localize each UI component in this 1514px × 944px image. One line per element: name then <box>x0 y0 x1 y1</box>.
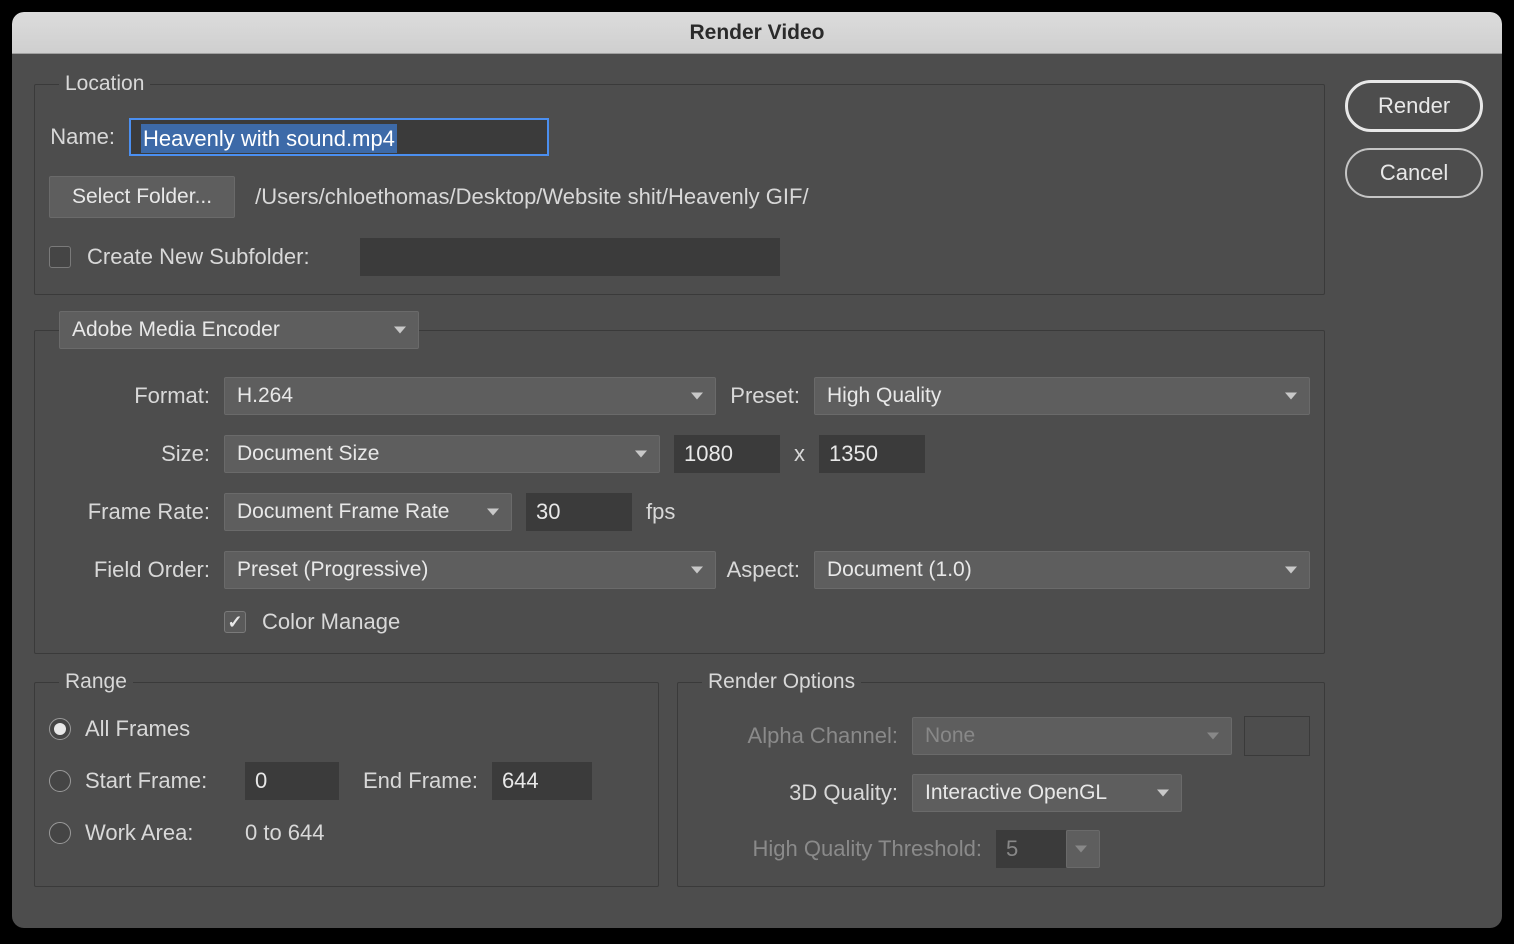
all-frames-radio[interactable] <box>49 718 71 740</box>
name-label: Name: <box>49 124 129 150</box>
name-value: Heavenly with sound.mp4 <box>141 124 397 153</box>
alpha-dropdown: None <box>912 717 1232 755</box>
color-manage-row: Color Manage <box>49 609 1310 635</box>
quality-dropdown[interactable]: Interactive OpenGL <box>912 774 1182 812</box>
main-content: Location Name: Heavenly with sound.mp4 S… <box>34 72 1325 887</box>
side-buttons: Render Cancel <box>1345 72 1483 887</box>
quality-label: 3D Quality: <box>692 780 912 806</box>
select-folder-button[interactable]: Select Folder... <box>49 176 235 218</box>
folder-path: /Users/chloethomas/Desktop/Website shit/… <box>255 184 808 210</box>
aspect-label: Aspect: <box>716 557 814 583</box>
fps-type-dropdown[interactable]: Document Frame Rate <box>224 493 512 531</box>
alpha-row: Alpha Channel: None <box>692 716 1310 756</box>
fps-input[interactable] <box>526 493 632 531</box>
threshold-input <box>996 830 1066 868</box>
size-x: x <box>794 441 805 467</box>
encoder-legend: Adobe Media Encoder <box>59 311 419 349</box>
titlebar: Render Video <box>12 12 1502 54</box>
start-frame-label: Start Frame: <box>85 768 231 794</box>
color-manage-checkbox[interactable] <box>224 611 246 633</box>
bottom-row: Range All Frames Start Frame: End Frame: <box>34 670 1325 887</box>
subfolder-checkbox[interactable] <box>49 246 71 268</box>
threshold-stepper <box>1066 830 1100 868</box>
field-row: Field Order: Preset (Progressive) Aspect… <box>49 551 1310 589</box>
quality-row: 3D Quality: Interactive OpenGL <box>692 774 1310 812</box>
all-frames-label: All Frames <box>85 716 190 742</box>
subfolder-row: Create New Subfolder: <box>49 238 1310 276</box>
all-frames-row: All Frames <box>49 716 644 742</box>
name-input[interactable]: Heavenly with sound.mp4 <box>129 118 549 156</box>
render-options-fieldset: Render Options Alpha Channel: None 3D Qu… <box>677 670 1325 887</box>
start-end-row: Start Frame: End Frame: <box>49 762 644 800</box>
preset-label: Preset: <box>716 383 814 409</box>
workarea-value: 0 to 644 <box>245 820 325 846</box>
subfolder-label: Create New Subfolder: <box>87 244 324 270</box>
size-width-input[interactable] <box>674 435 780 473</box>
workarea-radio[interactable] <box>49 822 71 844</box>
field-label: Field Order: <box>49 557 224 583</box>
render-video-dialog: Render Video Location Name: Heavenly wit… <box>12 12 1502 928</box>
alpha-color-swatch <box>1244 716 1310 756</box>
subfolder-input[interactable] <box>360 238 780 276</box>
encoder-fieldset: Adobe Media Encoder Format: H.264 Preset… <box>34 311 1325 654</box>
alpha-label: Alpha Channel: <box>692 723 912 749</box>
end-frame-input[interactable] <box>492 762 592 800</box>
fps-unit: fps <box>646 499 675 525</box>
end-frame-label: End Frame: <box>363 768 478 794</box>
name-row: Name: Heavenly with sound.mp4 <box>49 118 1310 156</box>
render-options-legend: Render Options <box>702 670 861 694</box>
threshold-row: High Quality Threshold: <box>692 830 1310 868</box>
range-fieldset: Range All Frames Start Frame: End Frame: <box>34 670 659 887</box>
size-type-dropdown[interactable]: Document Size <box>224 435 660 473</box>
start-frame-input[interactable] <box>245 762 339 800</box>
size-label: Size: <box>49 441 224 467</box>
folder-row: Select Folder... /Users/chloethomas/Desk… <box>49 176 1310 218</box>
format-row: Format: H.264 Preset: High Quality <box>49 377 1310 415</box>
color-manage-label: Color Manage <box>262 609 437 635</box>
aspect-dropdown[interactable]: Document (1.0) <box>814 551 1310 589</box>
location-fieldset: Location Name: Heavenly with sound.mp4 S… <box>34 72 1325 295</box>
start-frame-radio[interactable] <box>49 770 71 792</box>
size-row: Size: Document Size x <box>49 435 1310 473</box>
workarea-label: Work Area: <box>85 820 231 846</box>
render-button[interactable]: Render <box>1345 80 1483 132</box>
dialog-body: Location Name: Heavenly with sound.mp4 S… <box>12 54 1502 905</box>
fps-row: Frame Rate: Document Frame Rate fps <box>49 493 1310 531</box>
dialog-title: Render Video <box>690 21 825 45</box>
format-dropdown[interactable]: H.264 <box>224 377 716 415</box>
size-height-input[interactable] <box>819 435 925 473</box>
threshold-label: High Quality Threshold: <box>692 836 996 862</box>
format-label: Format: <box>49 383 224 409</box>
field-order-dropdown[interactable]: Preset (Progressive) <box>224 551 716 589</box>
range-legend: Range <box>59 670 133 694</box>
cancel-button[interactable]: Cancel <box>1345 148 1483 198</box>
fps-label: Frame Rate: <box>49 499 224 525</box>
workarea-row: Work Area: 0 to 644 <box>49 820 644 846</box>
location-legend: Location <box>59 72 150 96</box>
preset-dropdown[interactable]: High Quality <box>814 377 1310 415</box>
encoder-type-dropdown[interactable]: Adobe Media Encoder <box>59 311 419 349</box>
